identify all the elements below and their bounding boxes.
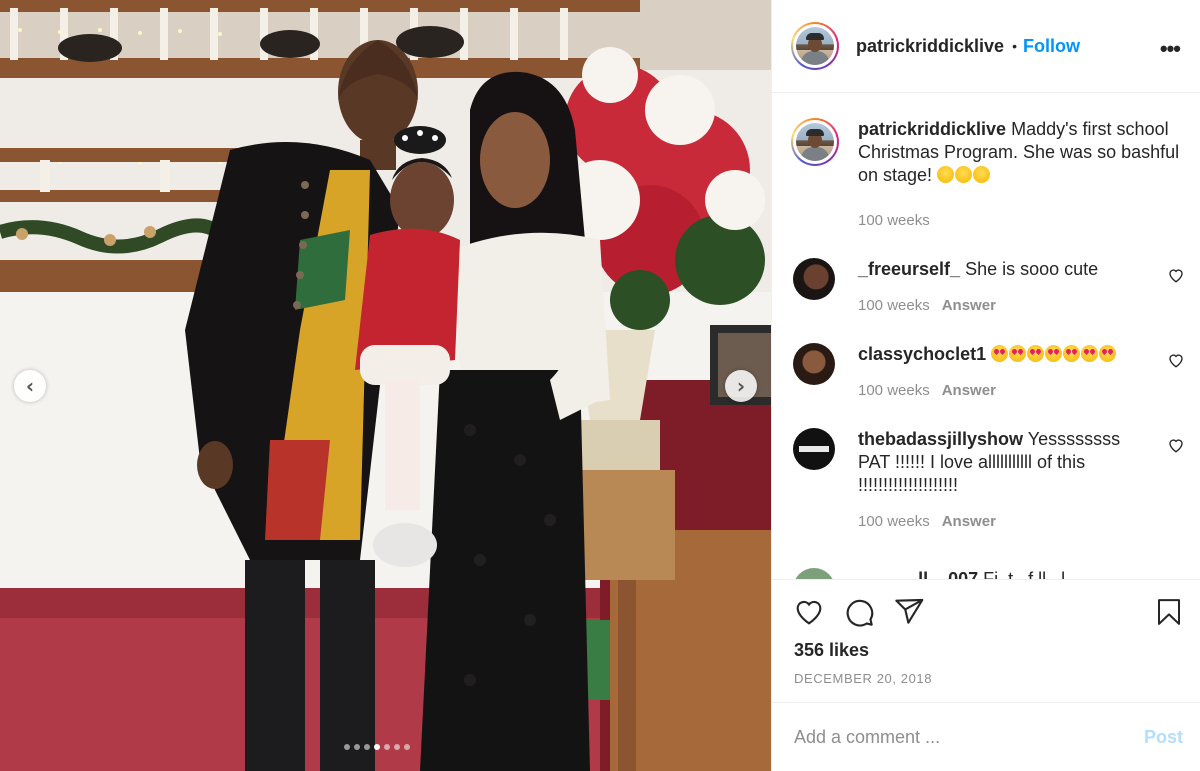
comment-text: She is sooo cute <box>965 259 1099 279</box>
commenter-avatar[interactable] <box>793 258 835 300</box>
like-comment-heart-icon[interactable] <box>1167 436 1185 454</box>
comment-username[interactable]: thebadassjillyshow <box>858 429 1023 449</box>
carousel-dot <box>344 744 350 750</box>
reply-button[interactable]: Answer <box>942 382 996 399</box>
post-caption: patrickriddicklive Maddy's first school … <box>772 94 1200 232</box>
comment-input[interactable] <box>794 727 1144 748</box>
comment-item: classychoclet1 100 weeks Answer <box>772 343 1200 402</box>
comments-list[interactable]: patrickriddicklive Maddy's first school … <box>772 94 1200 579</box>
carousel-dot <box>384 744 390 750</box>
heart-eyes-icon <box>1063 345 1081 362</box>
comment-emoji <box>991 344 1117 364</box>
reply-button[interactable]: Answer <box>942 297 996 314</box>
partial-comment: ______ll__007 Fi_t _f ll _l _ <box>793 568 1193 579</box>
post-date[interactable]: DECEMBER 20, 2018 <box>794 671 932 686</box>
header-separator: • <box>1012 38 1017 54</box>
post-comment-button[interactable]: Post <box>1144 727 1183 748</box>
caption-time[interactable]: 100 weeks <box>858 212 930 229</box>
post-side-panel: patrickriddicklive • Follow ••• patrickr… <box>771 0 1200 771</box>
heart-eyes-icon <box>1009 345 1027 362</box>
face-with-tears-of-joy-icon <box>973 166 991 183</box>
carousel-next-button[interactable]: › <box>725 370 757 402</box>
comment-time[interactable]: 100 weeks <box>858 513 930 530</box>
comment-username[interactable]: _freeurself_ <box>858 259 960 279</box>
carousel-dot <box>394 744 400 750</box>
like-comment-heart-icon[interactable] <box>1167 266 1185 284</box>
carousel-dot <box>404 744 410 750</box>
comment-icon[interactable] <box>843 596 875 628</box>
comment-meta: 100 weeks Answer <box>858 510 1148 533</box>
comment-meta: 100 weeks Answer <box>858 379 1148 402</box>
more-options-icon[interactable]: ••• <box>1160 38 1181 60</box>
heart-icon[interactable] <box>793 596 825 628</box>
heart-eyes-icon <box>1081 345 1099 362</box>
comment-time[interactable]: 100 weeks <box>858 382 930 399</box>
comment-username[interactable]: classychoclet1 <box>858 344 986 364</box>
author-username[interactable]: patrickriddicklive <box>856 36 1004 57</box>
reply-button[interactable]: Answer <box>942 513 996 530</box>
carousel-prev-button[interactable]: ‹ <box>14 370 46 402</box>
comment-time[interactable]: 100 weeks <box>858 297 930 314</box>
post-photo[interactable]: ‹ › <box>0 0 771 771</box>
caption-emoji <box>937 165 991 185</box>
commenter-avatar[interactable] <box>793 428 835 470</box>
comment-meta: 100 weeks Answer <box>858 294 1148 317</box>
like-comment-heart-icon[interactable] <box>1167 351 1185 369</box>
post-header: patrickriddicklive • Follow ••• <box>772 0 1200 93</box>
comment-text: Fi_t _f ll _l _ <box>983 569 1081 579</box>
author-avatar[interactable] <box>791 22 839 70</box>
post-actions: 356 likes DECEMBER 20, 2018 Post <box>772 579 1200 771</box>
caption-meta: 100 weeks <box>858 209 1183 232</box>
heart-eyes-icon <box>1027 345 1045 362</box>
comment-username[interactable]: ______ll__007 <box>858 569 978 579</box>
heart-eyes-icon <box>991 345 1009 362</box>
heart-eyes-icon <box>1045 345 1063 362</box>
likes-count[interactable]: 356 likes <box>794 640 869 661</box>
caption-username[interactable]: patrickriddicklive <box>858 119 1006 139</box>
commenter-avatar[interactable] <box>793 568 835 579</box>
follow-button[interactable]: Follow <box>1023 36 1080 57</box>
carousel-dot <box>364 744 370 750</box>
carousel-dot <box>374 744 380 750</box>
face-with-tears-of-joy-icon <box>937 166 955 183</box>
add-comment-bar: Post <box>772 702 1200 771</box>
photo-illustration <box>0 0 771 771</box>
bookmark-icon[interactable] <box>1154 596 1184 628</box>
carousel-indicator <box>344 744 410 750</box>
share-icon[interactable] <box>893 596 925 628</box>
rolling-on-floor-laughing-icon <box>955 166 973 183</box>
comment-item: thebadassjillyshow Yessssssss PAT !!!!!!… <box>772 428 1200 533</box>
carousel-dot <box>354 744 360 750</box>
caption-author-avatar[interactable] <box>791 118 839 166</box>
comment-item: _freeurself_ She is sooo cute 100 weeks A… <box>772 258 1200 317</box>
heart-eyes-icon <box>1099 345 1117 362</box>
commenter-avatar[interactable] <box>793 343 835 385</box>
